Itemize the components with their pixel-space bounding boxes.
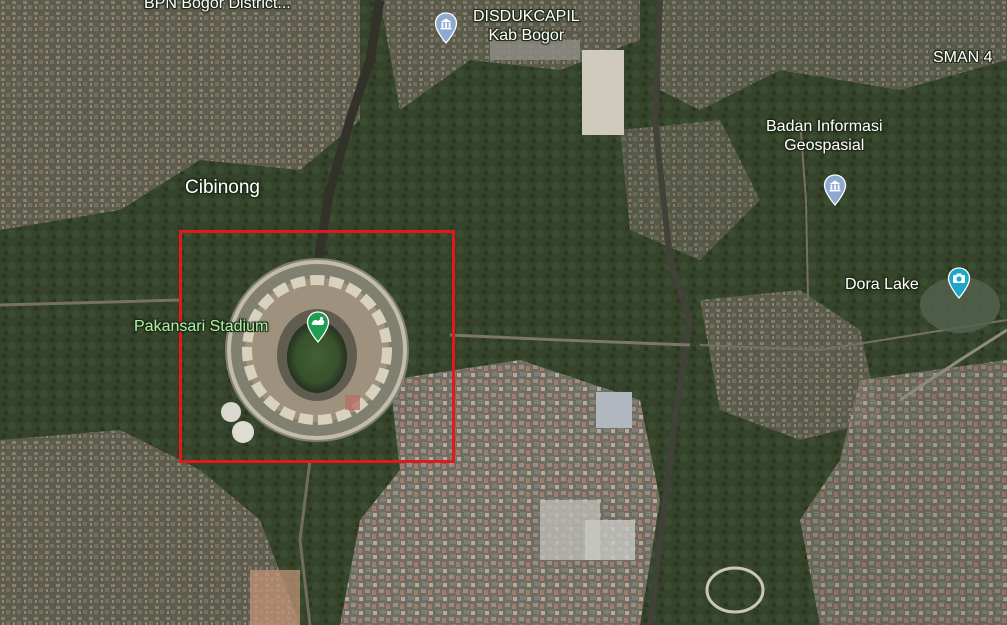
label-bpn-bogor[interactable]: BPN Bogor District... xyxy=(144,0,291,13)
stadium-icon[interactable] xyxy=(306,311,330,343)
label-disdukcapil[interactable]: DISDUKCAPIL Kab Bogor xyxy=(473,7,580,45)
label-badan-line1: Badan Informasi xyxy=(766,118,883,135)
label-disdukcapil-line2: Kab Bogor xyxy=(488,27,565,44)
label-sman-4[interactable]: SMAN 4 xyxy=(933,48,993,67)
government-building-icon[interactable] xyxy=(823,174,847,206)
satellite-map[interactable]: BPN Bogor District... DISDUKCAPIL Kab Bo… xyxy=(0,0,1007,625)
satellite-imagery xyxy=(0,0,1007,625)
label-cibinong[interactable]: Cibinong xyxy=(185,177,260,199)
highlight-rectangle xyxy=(179,230,455,463)
label-pakansari-stadium[interactable]: Pakansari Stadium xyxy=(134,317,268,336)
camera-attraction-icon[interactable] xyxy=(947,267,971,299)
government-building-icon[interactable] xyxy=(434,12,458,44)
label-dora-lake[interactable]: Dora Lake xyxy=(845,275,919,294)
label-badan-informasi-geospasial[interactable]: Badan Informasi Geospasial xyxy=(766,117,883,155)
label-badan-line2: Geospasial xyxy=(784,137,865,154)
label-disdukcapil-line1: DISDUKCAPIL xyxy=(473,8,580,25)
